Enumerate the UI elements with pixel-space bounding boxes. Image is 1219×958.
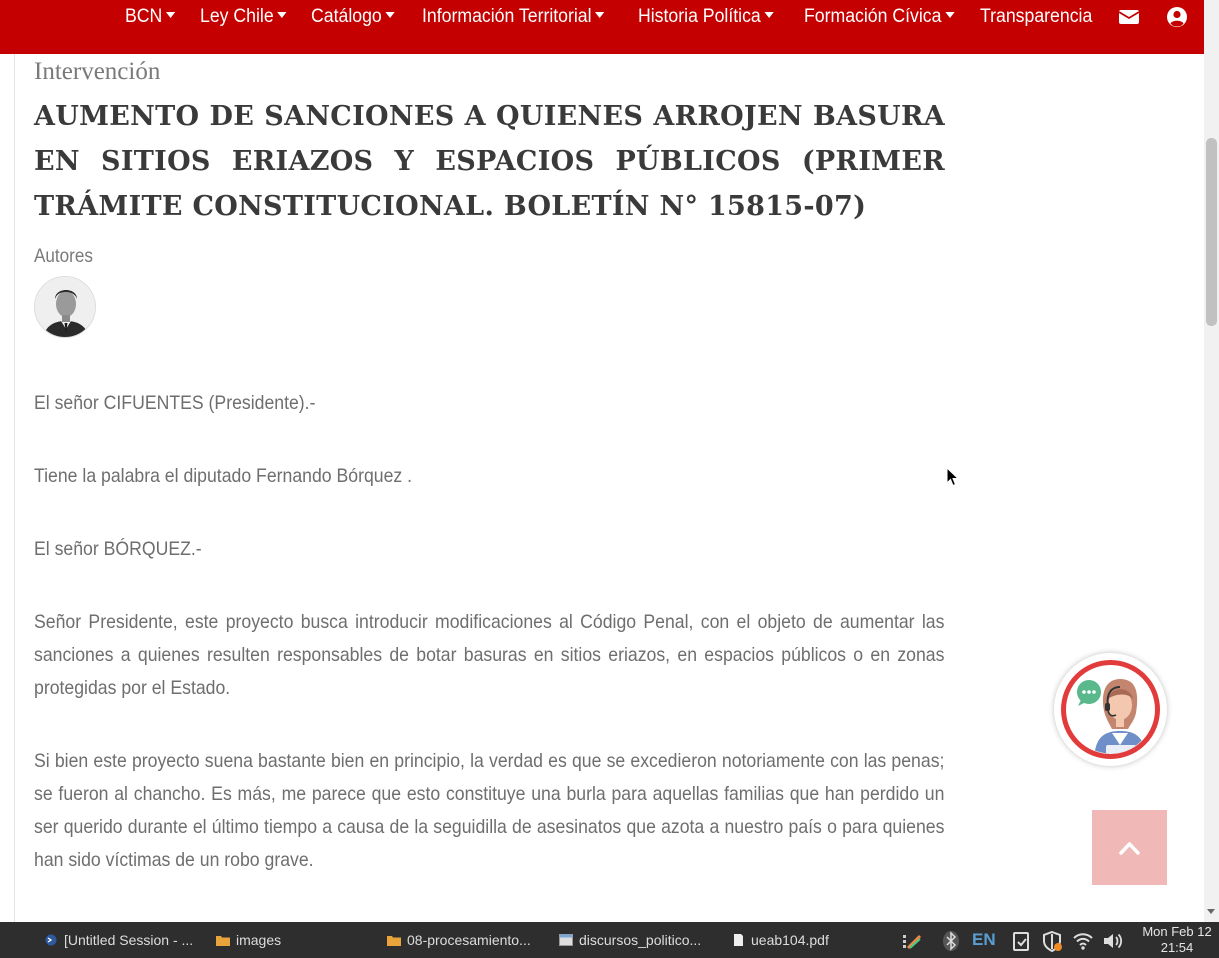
back-to-top-button[interactable]: [1092, 810, 1167, 885]
caret-down-icon: [385, 11, 395, 18]
taskbar-task-procesamiento[interactable]: 08-procesamiento...: [387, 930, 531, 950]
mouse-pointer-icon: [946, 467, 960, 487]
taskbar-task-terminal[interactable]: [Untitled Session - ...: [44, 930, 193, 950]
shield-icon[interactable]: [1041, 930, 1063, 952]
system-clock[interactable]: Mon Feb 12 21:54: [1136, 924, 1218, 956]
authors-label: Autores: [34, 246, 93, 267]
task-label: [Untitled Session - ...: [64, 932, 194, 948]
bluetooth-icon[interactable]: [940, 930, 962, 952]
taskbar-task-discursos[interactable]: discursos_politico...: [559, 930, 701, 950]
wifi-icon[interactable]: [1072, 930, 1094, 952]
chevron-up-icon: [1119, 842, 1140, 855]
nav-item-formacion-civica[interactable]: Formación Cívica: [804, 4, 955, 30]
speech-paragraph: El señor BÓRQUEZ.-: [34, 538, 202, 560]
envelope-icon[interactable]: [1117, 5, 1141, 29]
user-circle-icon[interactable]: [1165, 5, 1189, 29]
caret-down-icon: [595, 11, 605, 18]
nav-item-label: Catálogo: [311, 6, 382, 27]
nav-item-label: Información Territorial: [422, 6, 592, 27]
folder-icon: [387, 936, 401, 946]
terminal-icon: [45, 934, 57, 946]
speech-paragraph: Señor Presidente, este proyecto busca in…: [34, 611, 945, 699]
speech-paragraph: El señor CIFUENTES (Presidente).-: [34, 392, 316, 414]
author-photo: [35, 277, 95, 337]
clock-date: Mon Feb 12: [1142, 924, 1212, 939]
caret-down-icon: [764, 11, 774, 18]
nav-item-transparencia[interactable]: Transparencia: [980, 4, 1092, 30]
top-nav-bar: BCN Ley Chile Catálogo Información Terri…: [0, 0, 1204, 54]
keyboard-layout-indicator[interactable]: EN: [972, 930, 996, 950]
nav-item-informacion-territorial[interactable]: Información Territorial: [422, 4, 605, 30]
nav-item-label: Transparencia: [980, 6, 1093, 27]
document-icon: [734, 934, 743, 946]
task-label: ueab104.pdf: [751, 932, 829, 948]
nav-item-catalogo[interactable]: Catálogo: [311, 4, 395, 30]
task-label: 08-procesamiento...: [407, 932, 531, 948]
volume-icon[interactable]: [1102, 930, 1124, 952]
task-label: images: [236, 932, 282, 948]
scrollbar-thumb[interactable]: [1206, 138, 1217, 326]
scroll-down-arrow-icon[interactable]: [1207, 909, 1215, 914]
caret-down-icon: [166, 11, 176, 18]
os-taskbar: [Untitled Session - ... images 08-proces…: [0, 922, 1219, 958]
nav-item-label: BCN: [125, 6, 163, 27]
chat-assistant-button[interactable]: [1054, 653, 1167, 766]
task-label: discursos_politico...: [579, 932, 702, 948]
folder-icon: [216, 936, 230, 946]
author-avatar[interactable]: [34, 276, 96, 338]
speech-paragraph: Si bien este proyecto suena bastante bie…: [34, 750, 945, 871]
nav-item-label: Ley Chile: [200, 6, 274, 27]
taskbar-task-pdf[interactable]: ueab104.pdf: [731, 930, 829, 950]
nav-item-bcn[interactable]: BCN: [125, 4, 176, 30]
nav-item-historia-politica[interactable]: Historia Política: [638, 4, 774, 30]
caret-down-icon: [277, 11, 287, 18]
intervention-type-label: Intervención: [34, 58, 161, 85]
nav-item-label: Historia Política: [638, 6, 761, 27]
clipboard-icon[interactable]: [1010, 930, 1032, 952]
nav-item-label: Formación Cívica: [804, 6, 942, 27]
caret-down-icon: [945, 11, 955, 18]
page-title: AUMENTO DE SANCIONES A QUIENES ARROJEN B…: [34, 101, 945, 222]
speech-paragraph: Tiene la palabra el diputado Fernando Bó…: [34, 465, 413, 487]
support-agent-icon: [1061, 660, 1160, 759]
color-picker-icon[interactable]: [900, 930, 922, 952]
clock-time: 21:54: [1160, 940, 1194, 955]
taskbar-task-images[interactable]: images: [216, 930, 281, 950]
window-icon: [559, 934, 573, 946]
nav-item-ley-chile[interactable]: Ley Chile: [200, 4, 287, 30]
